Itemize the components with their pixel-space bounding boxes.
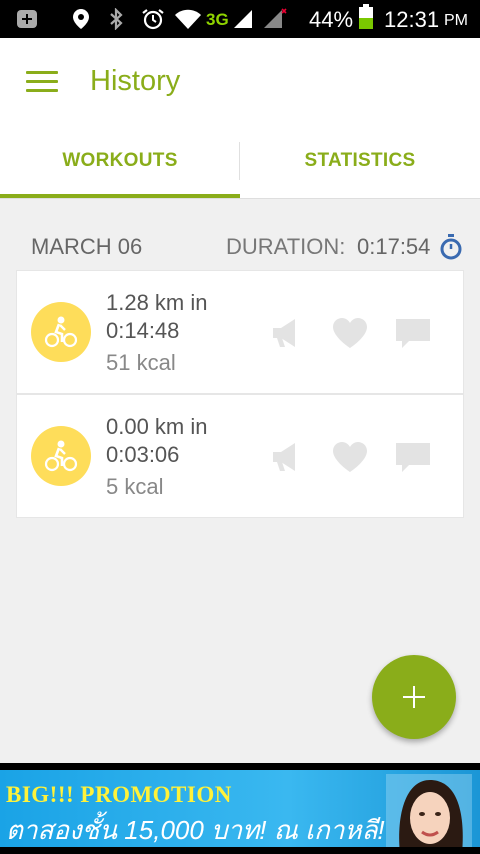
network-type: 3G	[206, 10, 229, 29]
duration-label: DURATION:	[226, 234, 346, 259]
app-bar: History	[0, 38, 480, 124]
cycling-icon	[44, 316, 78, 348]
day-header: MARCH 06 DURATION: 0:17:54	[0, 234, 480, 264]
ad-headline: BIG!!! PROMOTION	[6, 782, 232, 807]
notification-icon	[16, 8, 38, 30]
like-icon[interactable]	[330, 315, 370, 351]
ad-subtext: ตาสองชั้น 15,000 บาท! ณ เกาหลี!	[6, 815, 385, 845]
add-workout-button[interactable]	[372, 655, 456, 739]
battery-icon	[358, 4, 374, 29]
workout-time: 0:03:06	[106, 442, 180, 467]
share-icon[interactable]	[267, 315, 307, 351]
battery-percent: 44%	[309, 7, 354, 32]
clock-time: 12:31	[384, 7, 440, 32]
stopwatch-icon	[439, 234, 463, 260]
workout-kcal: 51 kcal	[106, 350, 176, 375]
status-bar: 3G 44% 12:31 PM	[0, 0, 480, 38]
plus-icon	[403, 686, 425, 708]
like-icon[interactable]	[330, 439, 370, 475]
share-icon[interactable]	[267, 439, 307, 475]
workout-time: 0:14:48	[106, 318, 180, 343]
tab-indicator	[0, 194, 240, 198]
workout-card[interactable]: 0.00 km in 0:03:06 5 kcal	[16, 394, 464, 518]
tab-statistics[interactable]: STATISTICS	[240, 124, 480, 198]
workout-card[interactable]: 1.28 km in 0:14:48 51 kcal	[16, 270, 464, 394]
tab-workouts[interactable]: WORKOUTS	[0, 124, 240, 198]
comment-icon[interactable]	[393, 315, 433, 351]
menu-icon[interactable]	[26, 71, 58, 93]
workout-distance: 1.28 km in	[106, 290, 208, 315]
ad-banner[interactable]: BIG!!! PROMOTION ตาสองชั้น 15,000 บาท! ณ…	[0, 763, 480, 854]
comment-icon[interactable]	[393, 439, 433, 475]
signal-2-icon	[262, 8, 288, 30]
alarm-icon	[141, 8, 165, 30]
bluetooth-icon	[108, 8, 124, 30]
ad-model-image	[386, 774, 472, 847]
duration-value: 0:17:54	[357, 234, 431, 259]
page-title: History	[90, 65, 181, 97]
clock-ampm: PM	[444, 12, 468, 29]
location-icon	[72, 8, 90, 30]
workout-kcal: 5 kcal	[106, 474, 164, 499]
signal-icon	[232, 8, 254, 30]
tab-bar: WORKOUTS STATISTICS	[0, 124, 480, 199]
wifi-icon	[174, 8, 202, 30]
activity-avatar	[31, 426, 91, 486]
workout-distance: 0.00 km in	[106, 414, 208, 439]
activity-avatar	[31, 302, 91, 362]
cycling-icon	[44, 440, 78, 472]
day-date: MARCH 06	[31, 234, 143, 259]
ad-creative[interactable]: BIG!!! PROMOTION ตาสองชั้น 15,000 บาท! ณ…	[0, 770, 480, 847]
